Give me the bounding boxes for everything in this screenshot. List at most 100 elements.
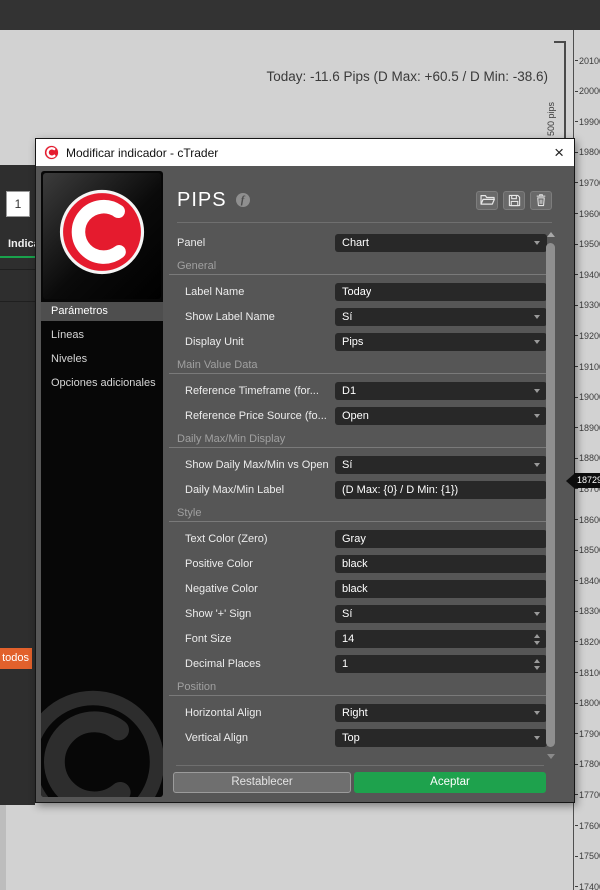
sidebar-item-par-metros[interactable]: Parámetros	[41, 302, 163, 321]
price-axis-value: 19800	[579, 147, 600, 158]
tick-mark	[575, 151, 578, 153]
input-text-color-zero[interactable]: Gray	[335, 530, 547, 548]
close-icon[interactable]: ×	[554, 139, 564, 166]
price-axis-label: 17600	[575, 820, 600, 831]
form-row-text-color-zero: Text Color (Zero) Gray	[169, 530, 547, 548]
dropdown-show-sign[interactable]: Sí	[335, 605, 547, 623]
price-axis-label: 19600	[575, 208, 600, 219]
stepper-down-icon[interactable]	[534, 665, 540, 670]
price-axis-label: 19400	[575, 269, 600, 280]
stepper-arrows[interactable]	[534, 633, 540, 645]
folder-icon	[479, 195, 495, 205]
tick-mark	[575, 396, 578, 398]
tick-mark	[575, 488, 578, 490]
field-label: Decimal Places	[185, 658, 261, 670]
tick-mark	[575, 519, 578, 520]
tick-mark	[575, 182, 578, 184]
scroll-up-icon[interactable]	[547, 232, 555, 237]
price-axis-value: 19300	[579, 300, 600, 311]
tick-mark	[575, 641, 578, 643]
form-row-decimal-places: Decimal Places 1	[169, 655, 547, 673]
chevron-down-icon	[534, 711, 540, 715]
price-axis-label: 18400	[575, 575, 600, 586]
price-axis-value: 20100	[579, 55, 600, 66]
price-axis-label: 18000	[575, 698, 600, 709]
stepper-up-icon[interactable]	[534, 633, 540, 638]
indicator-header: PIPS f	[177, 185, 552, 215]
tick-mark	[575, 763, 578, 765]
form-row-reference-timeframe-for: Reference Timeframe (for... D1	[169, 382, 547, 400]
sidebar-item-niveles[interactable]: Niveles	[41, 350, 163, 369]
field-value: Sí	[342, 608, 353, 620]
tick-mark	[575, 274, 578, 276]
chart-edge-strip	[0, 805, 6, 890]
stepper-down-icon[interactable]	[534, 640, 540, 645]
price-axis-label: 17700	[575, 789, 600, 800]
reset-button[interactable]: Restablecer	[173, 772, 351, 793]
input-label-name[interactable]: Today	[335, 283, 547, 301]
dropdown-display-unit[interactable]: Pips	[335, 333, 547, 351]
delete-button[interactable]	[530, 190, 552, 210]
form-row-label-name: Label Name Today	[169, 283, 547, 301]
sidebar-item-opciones-adicionales[interactable]: Opciones adicionales	[41, 374, 163, 393]
price-axis-value: 18100	[579, 667, 600, 678]
dropdown-show-label-name[interactable]: Sí	[335, 308, 547, 326]
open-template-button[interactable]	[476, 190, 498, 210]
range-bracket-hook	[554, 41, 566, 43]
settings-scroll-area: Panel Chart General Label Name Today Show Lab…	[169, 230, 547, 761]
price-axis-value: 17700	[579, 789, 600, 800]
scrollbar-thumb[interactable]	[546, 243, 555, 747]
price-axis-label: 19900	[575, 116, 600, 127]
price-axis-value: 19500	[579, 239, 600, 250]
screen: Today: -11.6 Pips (D Max: +60.5 / D Min:…	[0, 0, 600, 890]
dropdown-horizontal-align[interactable]: Right	[335, 704, 547, 722]
price-axis-value: 17500	[579, 851, 600, 862]
dropdown-reference-timeframe-for[interactable]: D1	[335, 382, 547, 400]
accept-button[interactable]: Aceptar	[354, 772, 546, 793]
stepper-font-size[interactable]: 14	[335, 630, 547, 648]
section-header-position: Position	[169, 680, 547, 696]
scrollbar[interactable]	[545, 230, 557, 761]
dropdown-panel[interactable]: Chart	[335, 234, 547, 252]
dropdown-reference-price-source-fo[interactable]: Open	[335, 407, 547, 425]
tick-mark	[575, 60, 578, 61]
tick-mark	[575, 702, 578, 704]
chevron-down-icon	[534, 340, 540, 344]
ctrader-logo-icon	[44, 145, 59, 160]
field-value: Chart	[342, 237, 369, 249]
price-axis-label: 17900	[575, 728, 600, 739]
form-row-panel: Panel Chart	[169, 234, 547, 252]
scroll-down-icon[interactable]	[547, 754, 555, 759]
dropdown-vertical-align[interactable]: Top	[335, 729, 547, 747]
save-button[interactable]	[503, 190, 525, 210]
input-negative-color[interactable]: black	[335, 580, 547, 598]
stepper-arrows[interactable]	[534, 658, 540, 670]
price-axis-value: 18300	[579, 606, 600, 617]
footer-divider	[176, 765, 544, 766]
price-axis-value: 17600	[579, 820, 600, 831]
stepper-decimal-places[interactable]: 1	[335, 655, 547, 673]
sidebar-item-l-neas[interactable]: Líneas	[41, 326, 163, 345]
price-axis-label: 20100	[575, 55, 600, 66]
todos-button[interactable]: todos	[0, 648, 32, 669]
form-row-display-unit: Display Unit Pips	[169, 333, 547, 351]
field-value: Gray	[342, 533, 366, 545]
input-positive-color[interactable]: black	[335, 555, 547, 573]
price-axis-value: 17900	[579, 728, 600, 739]
chevron-down-icon	[534, 315, 540, 319]
price-axis-label: 18800	[575, 453, 600, 464]
dropdown-show-daily-max-min-vs-open[interactable]: Sí	[335, 456, 547, 474]
dialog-titlebar[interactable]: Modificar indicador - cTrader ×	[36, 139, 574, 166]
price-axis-label: 19200	[575, 330, 600, 341]
section-header-general: General	[169, 259, 547, 275]
background-number-input[interactable]: 1	[6, 191, 30, 217]
price-axis-label: 19700	[575, 177, 600, 188]
tab-active-underline	[0, 256, 35, 258]
price-axis-label: 18600	[575, 514, 600, 525]
price-axis-value: 19600	[579, 208, 600, 219]
input-daily-max-min-label[interactable]: (D Max: {0} / D Min: {1})	[335, 481, 547, 499]
stepper-up-icon[interactable]	[534, 658, 540, 663]
field-value: black	[342, 583, 368, 595]
field-label: Show Label Name	[185, 311, 275, 323]
price-axis-value: 18400	[579, 575, 600, 586]
